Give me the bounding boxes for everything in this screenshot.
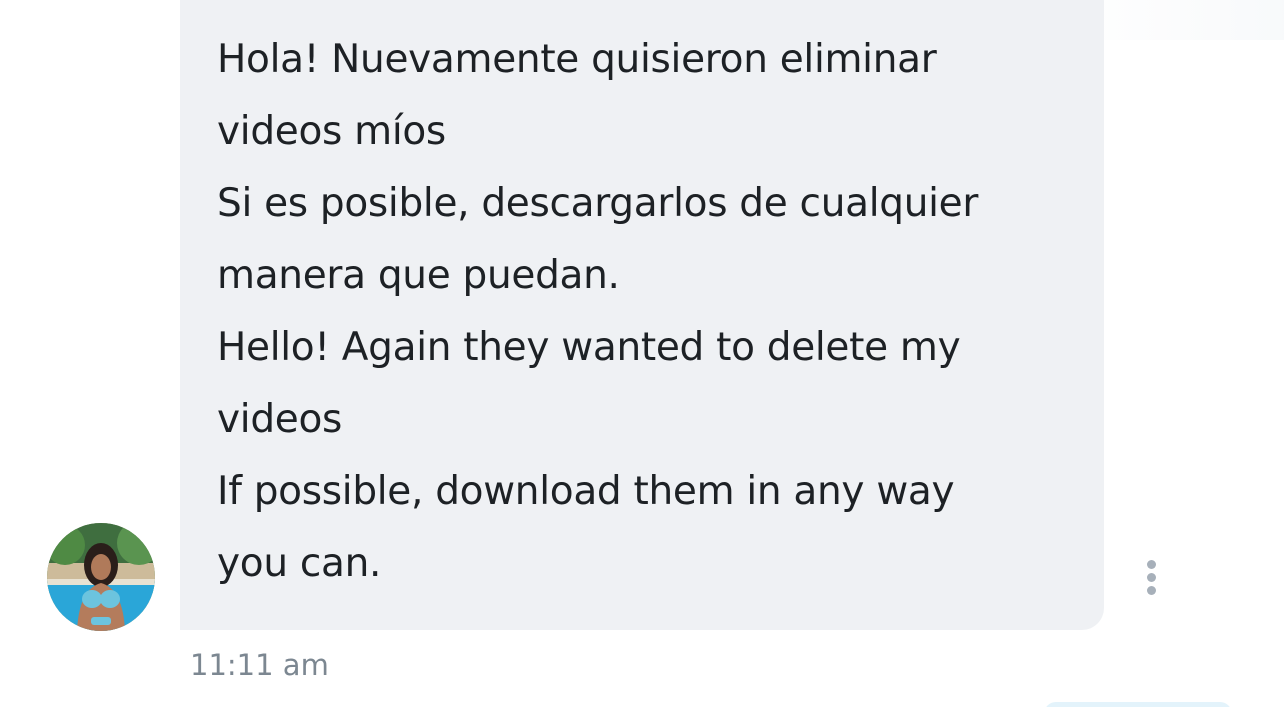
message-line: videos [217,397,343,442]
message-line: manera que puedan. [217,253,620,298]
message-line: Hello! Again they wanted to delete my [217,325,961,370]
chat-area: Hola! Nuevamente quisieron eliminar vide… [0,0,1284,707]
next-message-bubble[interactable] [1044,702,1232,707]
sender-avatar[interactable] [47,523,155,631]
message-timestamp: 11:11 am [190,648,329,682]
more-dot [1147,586,1156,595]
message-line: If possible, download them in any way [217,469,955,514]
more-vertical-icon[interactable] [1138,556,1166,600]
message-bubble[interactable]: Hola! Nuevamente quisieron eliminar vide… [180,0,1104,630]
more-dot [1147,560,1156,569]
more-dot [1147,573,1156,582]
message-line: videos míos [217,109,446,154]
message-line: Si es posible, descargarlos de cualquier [217,181,979,226]
message-line: Hola! Nuevamente quisieron eliminar [217,37,937,82]
avatar-photo-icon [47,523,155,631]
message-line: you can. [217,541,382,586]
message-text: Hola! Nuevamente quisieron eliminar vide… [217,24,1097,600]
